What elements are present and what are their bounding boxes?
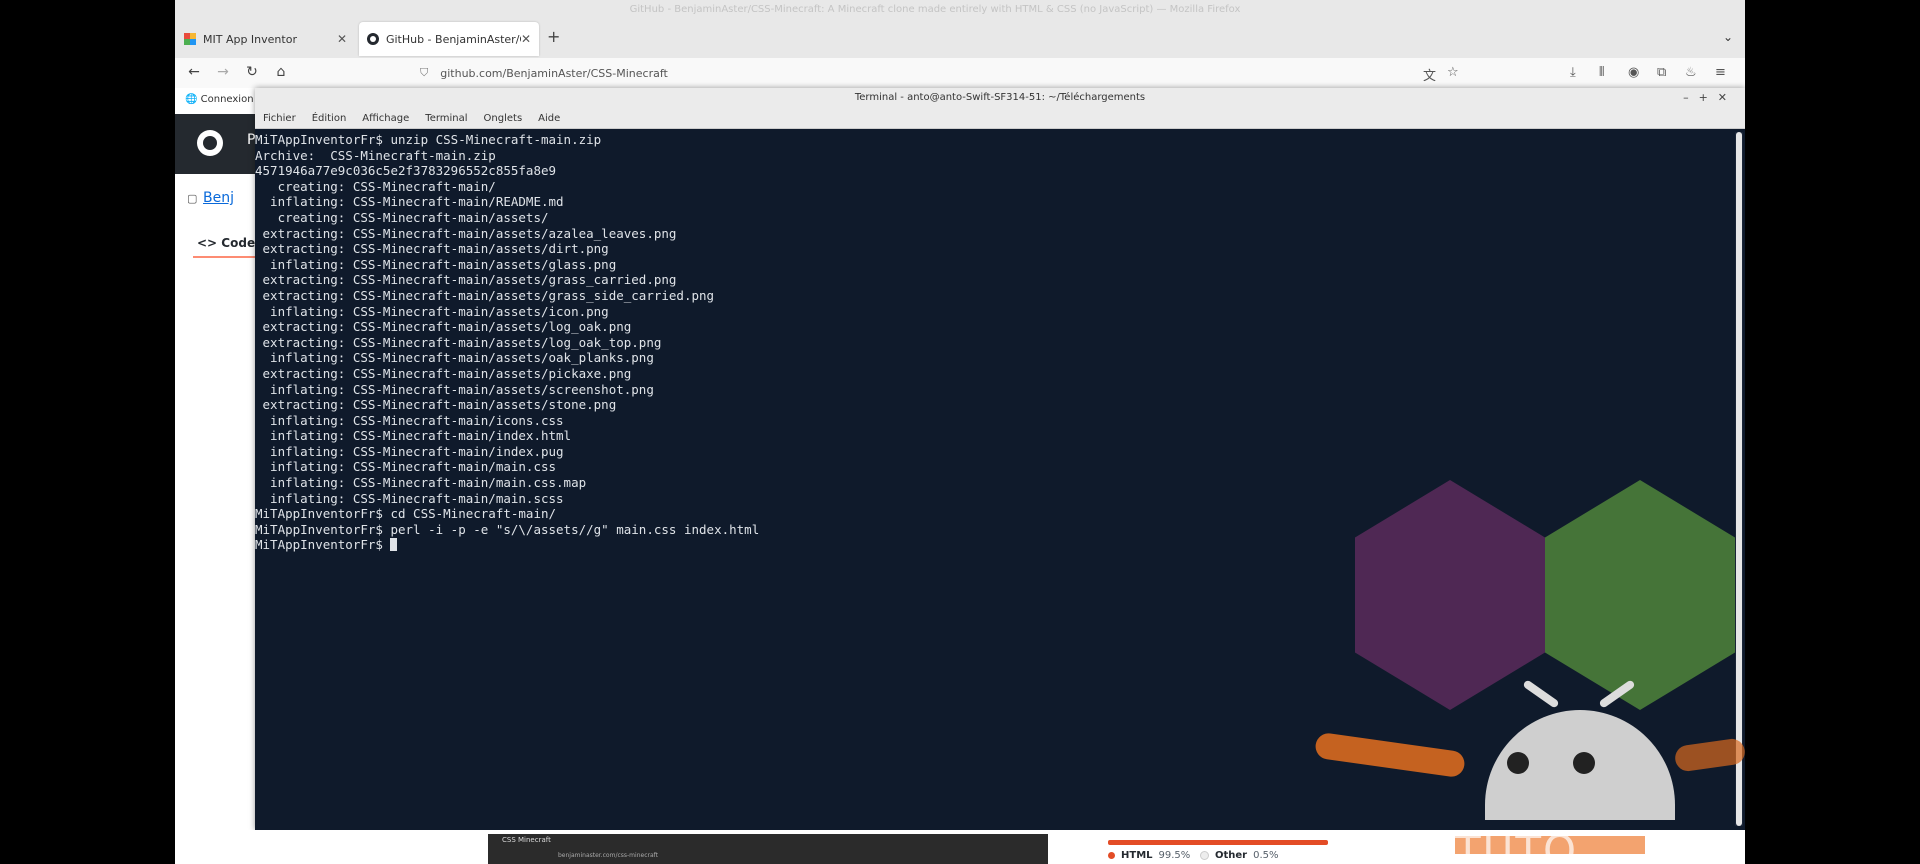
browser-navigation-bar: ← → ↻ ⌂ ⛉ github.com/BenjaminAster/CSS-M… <box>175 58 1745 89</box>
terminal-line: inflating: CSS-Minecraft-main/README.md <box>255 194 564 210</box>
terminal-line: extracting: CSS-Minecraft-main/assets/gr… <box>255 272 677 288</box>
terminal-window[interactable]: Terminal - anto@anto-Swift-SF314-51: ~/T… <box>255 88 1745 830</box>
terminal-line: inflating: CSS-Minecraft-main/index.pug <box>255 443 564 459</box>
terminal-line: extracting: CSS-Minecraft-main/assets/lo… <box>255 334 662 350</box>
browser-tab-bar: GitHub - BenjaminAster/CSS-Minecraft: A … <box>175 0 1745 58</box>
terminal-line: inflating: CSS-Minecraft-main/assets/oak… <box>255 350 654 366</box>
tab-mit-app-inventor[interactable]: MIT App Inventor ✕ <box>175 22 355 56</box>
repo-owner-link[interactable]: Benj <box>203 190 234 206</box>
terminal-line: extracting: CSS-Minecraft-main/assets/gr… <box>255 287 715 303</box>
url-text: github.com/BenjaminAster/CSS-Minecraft <box>440 66 668 80</box>
active-tab-underline <box>193 256 255 258</box>
language-bar <box>1108 840 1328 845</box>
terminal-lines: MiTAppInventorFr$ unzip CSS-Minecraft-ma… <box>255 132 1733 537</box>
terminal-line: extracting: CSS-Minecraft-main/assets/st… <box>255 397 617 413</box>
other-dot-icon <box>1200 851 1209 860</box>
list-all-tabs-icon[interactable]: ⌄ <box>1723 30 1733 44</box>
preview-screenshot: CSS Minecraft benjaminaster.com/css-mine… <box>488 834 1048 864</box>
close-tab-icon[interactable]: ✕ <box>521 32 531 46</box>
home-icon[interactable]: ⌂ <box>272 64 290 80</box>
terminal-line: extracting: CSS-Minecraft-main/assets/az… <box>255 225 677 241</box>
tab-label: GitHub - BenjaminAster/CSS-Minecraft <box>385 32 521 46</box>
terminal-line: inflating: CSS-Minecraft-main/index.html <box>255 428 572 444</box>
menu-icon[interactable]: ≡ <box>1715 65 1726 80</box>
terminal-line: MiTAppInventorFr$ unzip CSS-Minecraft-ma… <box>255 132 602 147</box>
terminal-menu-bar: Fichier Édition Affichage Terminal Ongle… <box>255 108 1745 129</box>
text-cursor <box>390 538 398 552</box>
account-icon[interactable]: ◉ <box>1628 65 1639 80</box>
github-header: P <box>175 114 255 174</box>
repo-icon: ▢ <box>187 192 198 205</box>
tab-code[interactable]: <> Code <box>197 236 255 250</box>
window-title: GitHub - BenjaminAster/CSS-Minecraft: A … <box>629 4 1241 15</box>
terminal-line: inflating: CSS-Minecraft-main/main.css.m… <box>255 475 587 491</box>
preview-url: benjaminaster.com/css-minecraft <box>558 852 658 859</box>
robot-eye-icon <box>1507 752 1529 774</box>
terminal-line: extracting: CSS-Minecraft-main/assets/di… <box>255 241 609 257</box>
menu-aide[interactable]: Aide <box>538 113 560 124</box>
tab-label: MIT App Inventor <box>203 32 297 46</box>
translate-icon[interactable]: 文 <box>1423 65 1436 84</box>
watermark-text: TUTO <box>1455 826 1579 864</box>
url-bar[interactable]: ⛉ github.com/BenjaminAster/CSS-Minecraft <box>420 62 1440 84</box>
menu-edition[interactable]: Édition <box>312 113 347 124</box>
terminal-line: inflating: CSS-Minecraft-main/assets/ico… <box>255 303 609 319</box>
close-tab-icon[interactable]: ✕ <box>337 32 347 46</box>
reload-icon[interactable]: ↻ <box>243 64 261 80</box>
back-icon[interactable]: ← <box>185 64 203 80</box>
terminal-line: extracting: CSS-Minecraft-main/assets/lo… <box>255 319 632 335</box>
menu-affichage[interactable]: Affichage <box>362 113 409 124</box>
robot-eye-icon <box>1573 752 1595 774</box>
terminal-line: extracting: CSS-Minecraft-main/assets/pi… <box>255 365 632 381</box>
desktop-screen: GitHub - BenjaminAster/CSS-Minecraft: A … <box>175 0 1745 864</box>
menu-onglets[interactable]: Onglets <box>484 113 523 124</box>
terminal-line: inflating: CSS-Minecraft-main/assets/gla… <box>255 256 617 272</box>
language-other[interactable]: Other 0.5% <box>1200 850 1279 861</box>
github-favicon-icon <box>367 32 380 46</box>
language-html[interactable]: HTML 99.5% <box>1108 850 1190 861</box>
preview-tab-label: CSS Minecraft <box>502 836 551 844</box>
extensions-icon[interactable]: ⧉ <box>1657 65 1666 80</box>
connexion-link[interactable]: 🌐 Connexion à <box>185 94 263 105</box>
terminal-line: creating: CSS-Minecraft-main/assets/ <box>255 209 549 225</box>
terminal-line: inflating: CSS-Minecraft-main/assets/scr… <box>255 381 654 397</box>
forward-icon[interactable]: → <box>214 64 232 80</box>
terminal-scrollbar[interactable] <box>1735 132 1743 826</box>
flame-icon[interactable]: ♨ <box>1685 65 1697 80</box>
shield-icon: ⛉ <box>420 66 429 79</box>
terminal-title: Terminal - anto@anto-Swift-SF314-51: ~/T… <box>255 88 1745 108</box>
terminal-output[interactable]: MiTAppInventorFr$ unzip CSS-Minecraft-ma… <box>255 132 1733 828</box>
terminal-line: 4571946a77e9c036c5e2f3783296552c855fa8e9 <box>255 163 557 179</box>
download-icon[interactable]: ⤓ <box>1570 65 1576 80</box>
new-tab-icon[interactable]: + <box>547 27 560 46</box>
terminal-line: creating: CSS-Minecraft-main/ <box>255 178 496 194</box>
tab-github[interactable]: GitHub - BenjaminAster/CSS-Minecraft ✕ <box>359 22 539 56</box>
github-logo-icon[interactable] <box>197 130 223 156</box>
menu-terminal[interactable]: Terminal <box>425 113 467 124</box>
mit-favicon-icon <box>183 32 197 46</box>
window-controls[interactable]: –+✕ <box>1683 88 1737 108</box>
menu-fichier[interactable]: Fichier <box>263 113 296 124</box>
library-icon[interactable]: ⫴ <box>1599 65 1604 80</box>
terminal-line: Archive: CSS-Minecraft-main.zip <box>255 147 496 163</box>
html-dot-icon <box>1108 852 1115 859</box>
terminal-line: inflating: CSS-Minecraft-main/main.scss <box>255 490 564 506</box>
terminal-line: inflating: CSS-Minecraft-main/main.css <box>255 459 557 475</box>
bookmark-star-icon[interactable]: ☆ <box>1447 65 1459 80</box>
terminal-line: inflating: CSS-Minecraft-main/icons.css <box>255 412 564 428</box>
